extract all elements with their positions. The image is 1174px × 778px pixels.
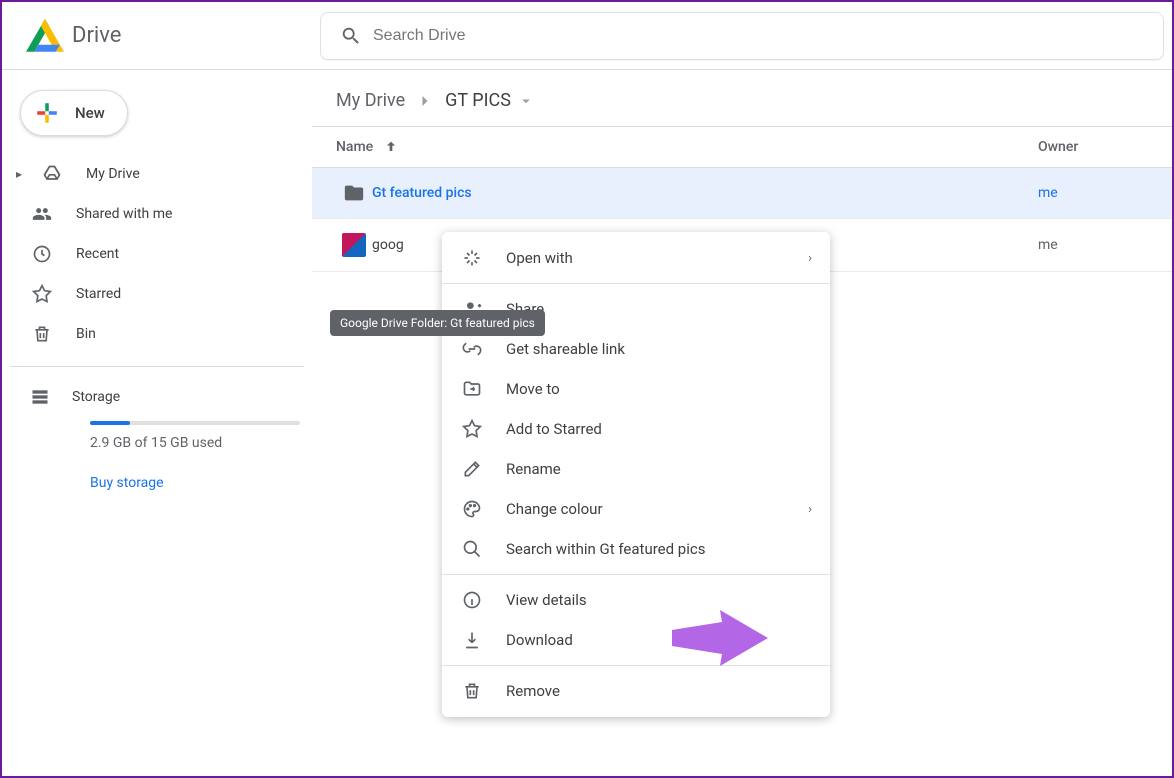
search-icon[interactable] xyxy=(329,25,373,47)
ctx-open-with[interactable]: Open with › xyxy=(442,238,830,278)
sidebar-item-label: My Drive xyxy=(86,166,140,182)
buy-storage-link[interactable]: Buy storage xyxy=(90,475,304,491)
sidebar: New ▸ My Drive Shared with me Recent Sta… xyxy=(2,70,312,776)
app-title: Drive xyxy=(72,23,121,48)
sidebar-item-label: Starred xyxy=(76,286,121,302)
ctx-move-to[interactable]: Move to xyxy=(442,369,830,409)
star-icon xyxy=(460,419,484,439)
new-button-label: New xyxy=(75,104,105,122)
ctx-rename[interactable]: Rename xyxy=(442,449,830,489)
search-bar[interactable] xyxy=(320,12,1164,60)
chevron-right-icon: › xyxy=(808,251,812,266)
link-icon xyxy=(460,339,484,359)
download-icon xyxy=(460,630,484,650)
plus-icon xyxy=(31,97,63,129)
sidebar-item-mydrive[interactable]: ▸ My Drive xyxy=(10,154,304,194)
table-row[interactable]: Gt featured pics me xyxy=(312,168,1172,219)
caret-right-icon: ▸ xyxy=(16,167,22,181)
drive-logo-icon xyxy=(26,19,64,53)
owner-cell: me xyxy=(1038,237,1148,253)
storage-icon xyxy=(30,387,50,407)
context-menu: Open with › Share Get shareable link Mov… xyxy=(442,232,830,717)
breadcrumb: My Drive GT PICS xyxy=(312,70,1172,126)
image-thumbnail-icon xyxy=(336,233,372,257)
search-input[interactable] xyxy=(373,27,1155,45)
list-header: Name Owner xyxy=(312,126,1172,168)
star-icon xyxy=(30,284,54,304)
sidebar-item-starred[interactable]: Starred xyxy=(10,274,304,314)
sidebar-item-bin[interactable]: Bin xyxy=(10,314,304,354)
owner-cell: me xyxy=(1038,185,1148,201)
search-icon xyxy=(460,539,484,559)
breadcrumb-root[interactable]: My Drive xyxy=(336,90,405,111)
ctx-remove[interactable]: Remove xyxy=(442,671,830,711)
ctx-search-within[interactable]: Search within Gt featured pics xyxy=(442,529,830,569)
annotation-arrow-icon xyxy=(672,610,768,666)
chevron-right-icon: › xyxy=(808,502,812,517)
ctx-view-details[interactable]: View details xyxy=(442,580,830,620)
arrow-up-icon xyxy=(383,139,399,155)
chevron-down-icon xyxy=(517,92,535,110)
sidebar-item-storage[interactable]: Storage xyxy=(10,379,304,415)
storage-used-text: 2.9 GB of 15 GB used xyxy=(90,435,304,451)
tooltip: Google Drive Folder: Gt featured pics xyxy=(330,310,545,336)
people-icon xyxy=(30,204,54,224)
new-button[interactable]: New xyxy=(20,90,128,136)
info-icon xyxy=(460,590,484,610)
open-with-icon xyxy=(460,248,484,268)
sidebar-item-shared[interactable]: Shared with me xyxy=(10,194,304,234)
logo-area[interactable]: Drive xyxy=(10,19,320,53)
clock-icon xyxy=(30,244,54,264)
sidebar-item-label: Shared with me xyxy=(76,206,172,222)
column-header-owner[interactable]: Owner xyxy=(1038,139,1148,155)
trash-icon xyxy=(460,681,484,701)
column-header-name[interactable]: Name xyxy=(336,139,1038,155)
ctx-download[interactable]: Download xyxy=(442,620,830,660)
ctx-add-starred[interactable]: Add to Starred xyxy=(442,409,830,449)
sidebar-item-label: Bin xyxy=(76,326,96,342)
folder-icon xyxy=(336,182,372,204)
breadcrumb-current-label: GT PICS xyxy=(445,90,511,111)
folder-move-icon xyxy=(460,379,484,399)
drive-outline-icon xyxy=(40,164,64,184)
breadcrumb-current[interactable]: GT PICS xyxy=(445,90,535,111)
storage-progress xyxy=(90,421,300,425)
sidebar-item-label: Recent xyxy=(76,246,119,262)
header: Drive xyxy=(2,2,1172,70)
palette-icon xyxy=(460,499,484,519)
trash-icon xyxy=(30,324,54,344)
file-name: Gt featured pics xyxy=(372,185,1038,201)
storage-label: Storage xyxy=(72,389,120,405)
ctx-change-colour[interactable]: Change colour › xyxy=(442,489,830,529)
pencil-icon xyxy=(460,459,484,479)
chevron-right-icon xyxy=(415,91,435,111)
sidebar-item-recent[interactable]: Recent xyxy=(10,234,304,274)
